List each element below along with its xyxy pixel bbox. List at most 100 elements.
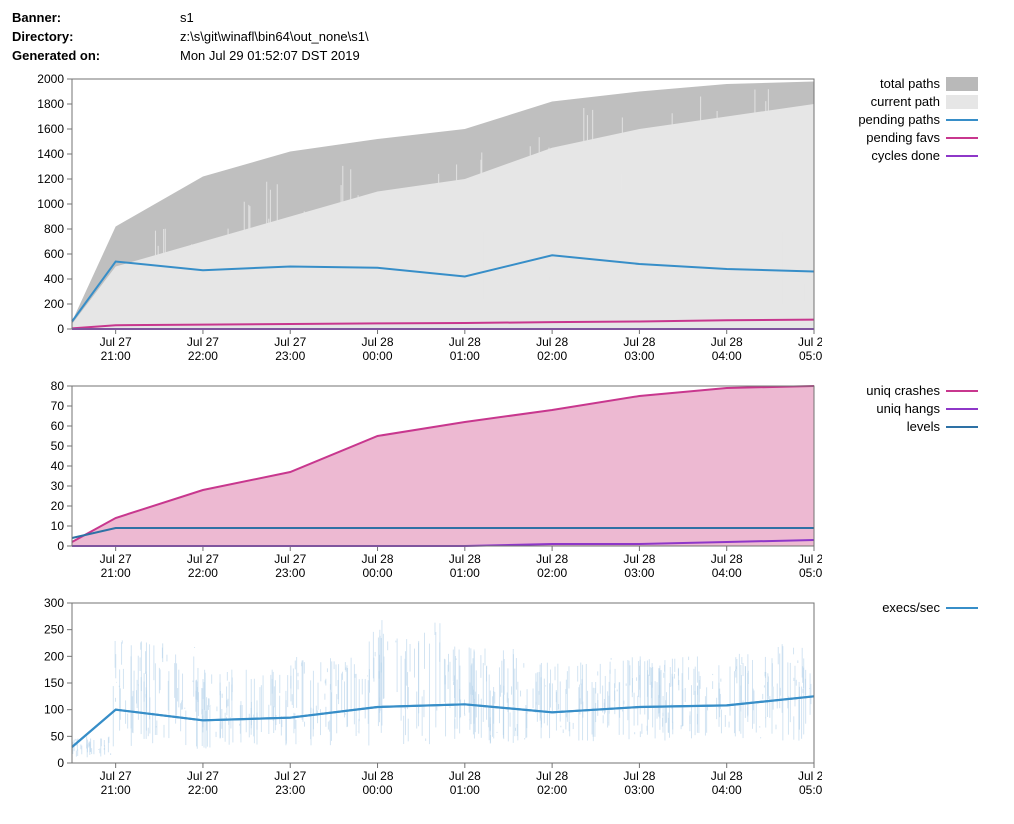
svg-text:0: 0 <box>57 322 64 336</box>
svg-text:03:00: 03:00 <box>624 783 654 797</box>
chart-row-crashes: 01020304050607080Jul 2721:00Jul 2722:00J… <box>12 378 1002 591</box>
svg-text:20: 20 <box>51 499 65 513</box>
swatch-cycles-done <box>946 149 978 163</box>
svg-text:50: 50 <box>51 729 65 743</box>
svg-text:Jul 28: Jul 28 <box>798 335 822 349</box>
svg-text:21:00: 21:00 <box>101 566 131 580</box>
svg-text:23:00: 23:00 <box>275 783 305 797</box>
svg-text:04:00: 04:00 <box>712 566 742 580</box>
svg-text:2000: 2000 <box>37 72 64 86</box>
legend-execs: execs/sec <box>840 595 978 617</box>
svg-text:Jul 28: Jul 28 <box>362 335 394 349</box>
swatch-pending-paths <box>946 113 978 127</box>
svg-text:250: 250 <box>44 623 64 637</box>
svg-text:40: 40 <box>51 459 65 473</box>
svg-text:00:00: 00:00 <box>363 783 393 797</box>
svg-text:02:00: 02:00 <box>537 783 567 797</box>
svg-text:150: 150 <box>44 676 64 690</box>
svg-text:01:00: 01:00 <box>450 349 480 363</box>
swatch-pending-favs <box>946 131 978 145</box>
legend-uniq-hangs: uniq hangs <box>840 400 978 418</box>
svg-text:Jul 28: Jul 28 <box>449 552 481 566</box>
svg-text:02:00: 02:00 <box>537 349 567 363</box>
svg-text:00:00: 00:00 <box>363 349 393 363</box>
meta-table: Banner: s1 Directory: z:\s\git\winafl\bi… <box>12 8 377 65</box>
svg-text:Jul 27: Jul 27 <box>274 769 306 783</box>
legend-current-path: current path <box>840 93 978 111</box>
legend-cycles-done: cycles done <box>840 147 978 165</box>
swatch-uniq-crashes <box>946 384 978 398</box>
svg-text:22:00: 22:00 <box>188 783 218 797</box>
svg-text:03:00: 03:00 <box>624 349 654 363</box>
swatch-levels <box>946 420 978 434</box>
svg-text:Jul 27: Jul 27 <box>100 769 132 783</box>
meta-directory-label: Directory: <box>12 27 180 46</box>
chart-crashes-svg: 01020304050607080Jul 2721:00Jul 2722:00J… <box>12 378 822 588</box>
chart-row-paths: 0200400600800100012001400160018002000Jul… <box>12 71 1002 374</box>
svg-text:Jul 28: Jul 28 <box>798 769 822 783</box>
afl-plot-report: Banner: s1 Directory: z:\s\git\winafl\bi… <box>0 0 1014 824</box>
meta-banner-label: Banner: <box>12 8 180 27</box>
svg-text:Jul 28: Jul 28 <box>449 335 481 349</box>
svg-text:Jul 28: Jul 28 <box>362 769 394 783</box>
svg-text:60: 60 <box>51 419 65 433</box>
svg-text:70: 70 <box>51 399 65 413</box>
legend-uniq-crashes: uniq crashes <box>840 382 978 400</box>
svg-text:21:00: 21:00 <box>101 349 131 363</box>
svg-text:01:00: 01:00 <box>450 783 480 797</box>
svg-text:Jul 27: Jul 27 <box>100 552 132 566</box>
svg-text:10: 10 <box>51 519 65 533</box>
legend-paths: total paths current path pending paths p… <box>840 71 978 165</box>
svg-text:Jul 28: Jul 28 <box>623 552 655 566</box>
svg-text:21:00: 21:00 <box>101 783 131 797</box>
svg-text:1200: 1200 <box>37 172 64 186</box>
chart-crashes: 01020304050607080Jul 2721:00Jul 2722:00J… <box>12 378 822 591</box>
svg-text:Jul 28: Jul 28 <box>536 552 568 566</box>
chart-paths: 0200400600800100012001400160018002000Jul… <box>12 71 822 374</box>
meta-generated-value: Mon Jul 29 01:52:07 DST 2019 <box>180 46 377 65</box>
chart-paths-svg: 0200400600800100012001400160018002000Jul… <box>12 71 822 371</box>
svg-text:800: 800 <box>44 222 64 236</box>
svg-text:Jul 28: Jul 28 <box>798 552 822 566</box>
svg-text:05:00: 05:00 <box>799 783 822 797</box>
meta-directory-value: z:\s\git\winafl\bin64\out_none\s1\ <box>180 27 377 46</box>
svg-text:300: 300 <box>44 596 64 610</box>
meta-banner-value: s1 <box>180 8 377 27</box>
svg-text:200: 200 <box>44 649 64 663</box>
svg-text:100: 100 <box>44 703 64 717</box>
svg-text:Jul 27: Jul 27 <box>100 335 132 349</box>
svg-text:0: 0 <box>57 539 64 553</box>
svg-text:23:00: 23:00 <box>275 349 305 363</box>
swatch-execs-sec <box>946 601 978 615</box>
svg-text:1400: 1400 <box>37 147 64 161</box>
svg-text:50: 50 <box>51 439 65 453</box>
legend-levels: levels <box>840 418 978 436</box>
svg-text:04:00: 04:00 <box>712 783 742 797</box>
svg-text:22:00: 22:00 <box>188 566 218 580</box>
swatch-total-paths <box>946 77 978 91</box>
svg-text:400: 400 <box>44 272 64 286</box>
svg-text:04:00: 04:00 <box>712 349 742 363</box>
svg-text:200: 200 <box>44 297 64 311</box>
svg-text:Jul 28: Jul 28 <box>711 769 743 783</box>
svg-text:00:00: 00:00 <box>363 566 393 580</box>
svg-text:Jul 27: Jul 27 <box>274 335 306 349</box>
svg-text:03:00: 03:00 <box>624 566 654 580</box>
svg-text:Jul 28: Jul 28 <box>623 335 655 349</box>
svg-text:1000: 1000 <box>37 197 64 211</box>
svg-text:Jul 27: Jul 27 <box>187 552 219 566</box>
legend-pending-favs: pending favs <box>840 129 978 147</box>
svg-text:1800: 1800 <box>37 97 64 111</box>
swatch-uniq-hangs <box>946 402 978 416</box>
legend-pending-paths: pending paths <box>840 111 978 129</box>
svg-text:80: 80 <box>51 379 65 393</box>
svg-text:Jul 28: Jul 28 <box>536 769 568 783</box>
svg-text:Jul 27: Jul 27 <box>187 335 219 349</box>
svg-text:22:00: 22:00 <box>188 349 218 363</box>
svg-text:Jul 28: Jul 28 <box>711 335 743 349</box>
chart-row-execs: 050100150200250300Jul 2721:00Jul 2722:00… <box>12 595 1002 808</box>
meta-generated-label: Generated on: <box>12 46 180 65</box>
svg-text:23:00: 23:00 <box>275 566 305 580</box>
svg-text:Jul 28: Jul 28 <box>536 335 568 349</box>
svg-text:Jul 28: Jul 28 <box>449 769 481 783</box>
